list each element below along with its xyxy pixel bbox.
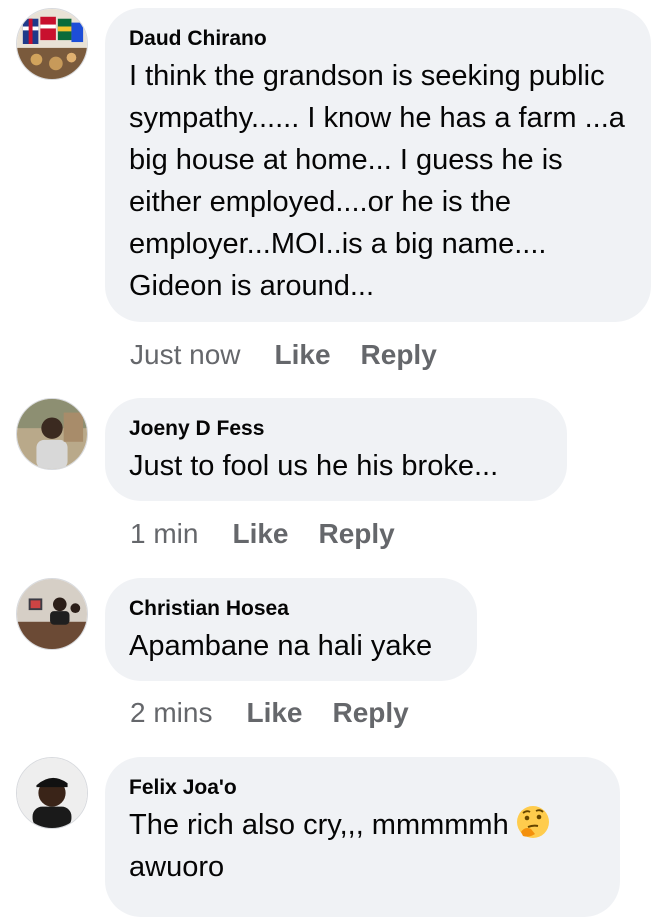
comment-text: I think the grandson is seeking public s… bbox=[129, 60, 625, 302]
reply-button[interactable]: Reply bbox=[319, 518, 395, 549]
comment-timestamp[interactable]: Just now bbox=[130, 339, 241, 370]
comment-author[interactable]: Daud Chirano bbox=[129, 25, 627, 53]
office-avatar-image bbox=[17, 579, 87, 649]
avatar[interactable] bbox=[16, 578, 88, 650]
reply-button[interactable]: Reply bbox=[333, 697, 409, 728]
comment-text: The rich also cry,,, mmmmmh awuoro bbox=[129, 804, 596, 888]
flags-avatar-image bbox=[17, 9, 87, 79]
like-button[interactable]: Like bbox=[232, 518, 288, 549]
comment-author[interactable]: Joeny D Fess bbox=[129, 415, 543, 443]
comment-text: Apambane na hali yake bbox=[129, 630, 433, 662]
comment-bubble: Christian Hosea Apambane na hali yake bbox=[105, 578, 477, 681]
comment-author[interactable]: Christian Hosea bbox=[129, 595, 453, 623]
comment-bubble: Felix Joa'o The rich also cry,,, mmmmmh … bbox=[105, 757, 620, 917]
comment-text-part: The rich also cry,,, mmmmmh bbox=[129, 809, 509, 841]
avatar[interactable] bbox=[16, 757, 88, 829]
comment-text: Just to fool us he his broke... bbox=[129, 450, 499, 482]
comment-actions: 2 mins Like Reply bbox=[130, 695, 439, 731]
avatar[interactable] bbox=[16, 8, 88, 80]
reply-button[interactable]: Reply bbox=[361, 339, 437, 370]
comment-timestamp[interactable]: 1 min bbox=[130, 518, 198, 549]
person-outdoor-avatar-image bbox=[17, 399, 87, 469]
thinking-face-icon bbox=[515, 804, 551, 840]
like-button[interactable]: Like bbox=[275, 339, 331, 370]
comment-actions: 1 min Like Reply bbox=[130, 516, 425, 552]
avatar[interactable] bbox=[16, 398, 88, 470]
comment-actions: Just now Like Reply bbox=[130, 337, 467, 373]
comment-bubble: Joeny D Fess Just to fool us he his brok… bbox=[105, 398, 567, 501]
man-cap-avatar-image bbox=[17, 758, 87, 828]
comment-author[interactable]: Felix Joa'o bbox=[129, 774, 596, 802]
like-button[interactable]: Like bbox=[246, 697, 302, 728]
comment-bubble: Daud Chirano I think the grandson is see… bbox=[105, 8, 651, 322]
comment-timestamp[interactable]: 2 mins bbox=[130, 697, 212, 728]
comment-text-continued: awuoro bbox=[129, 851, 225, 883]
